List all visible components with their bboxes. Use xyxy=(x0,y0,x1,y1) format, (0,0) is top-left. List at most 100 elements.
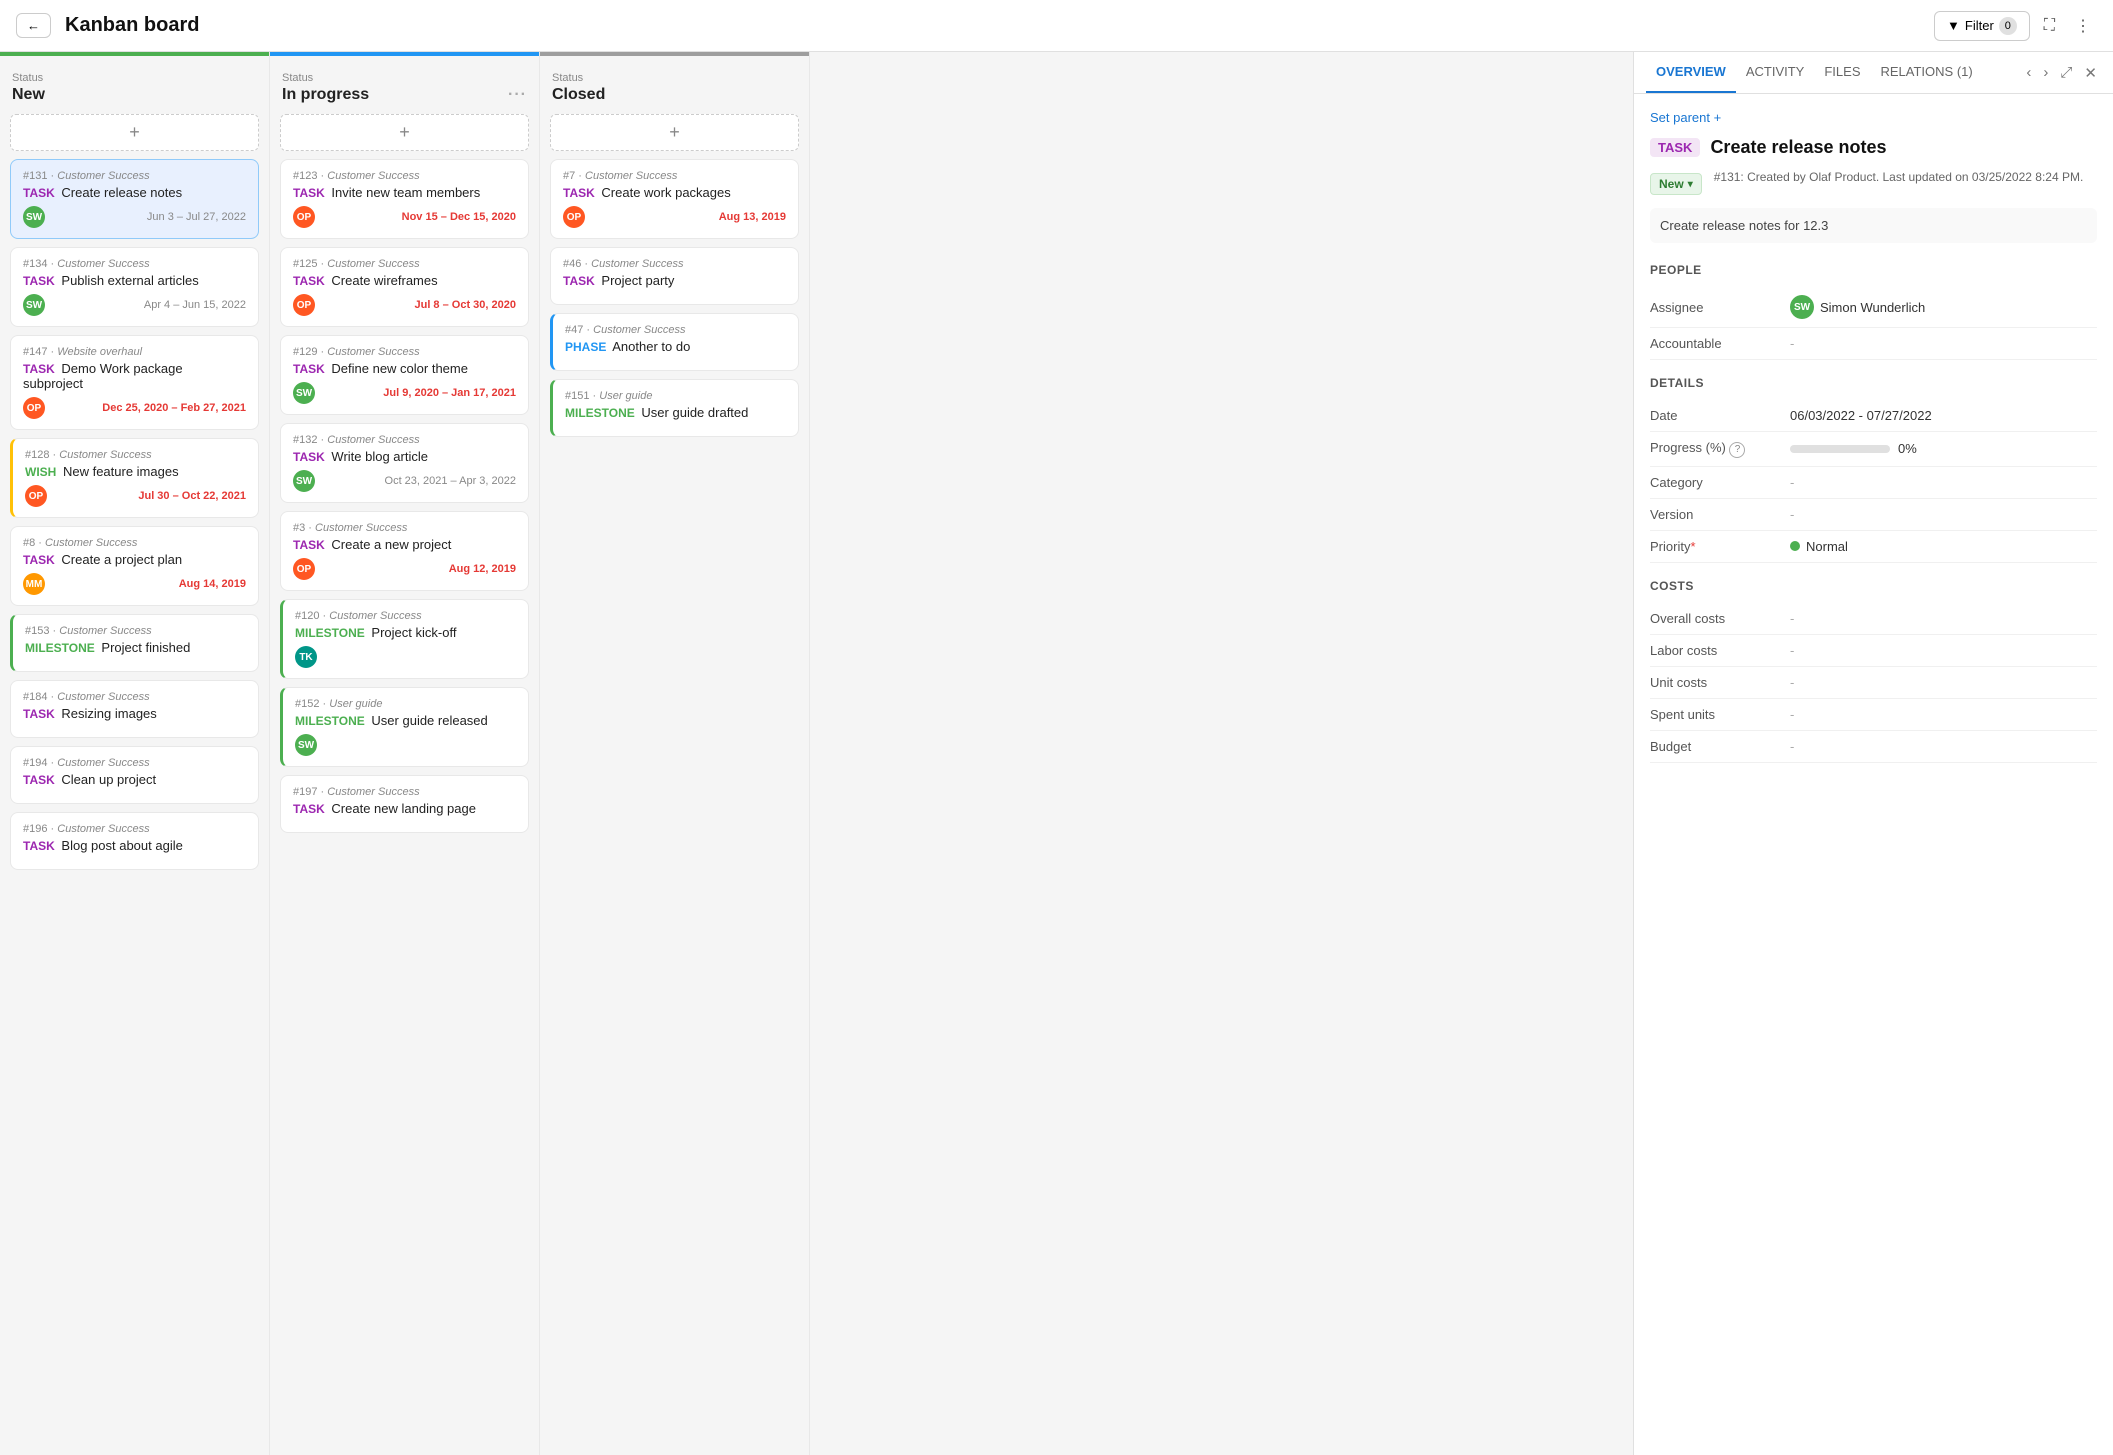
card-title: Create a project plan xyxy=(61,552,182,567)
add-card-button-new[interactable]: + xyxy=(10,114,259,151)
card-125[interactable]: #125 · Customer Success TASK Create wire… xyxy=(280,247,529,327)
card-date: Jul 8 – Oct 30, 2020 xyxy=(414,299,516,311)
card-123[interactable]: #123 · Customer Success TASK Invite new … xyxy=(280,159,529,239)
card-project: Customer Success xyxy=(327,786,419,798)
card-3[interactable]: #3 · Customer Success TASK Create a new … xyxy=(280,511,529,591)
card-id: #197 xyxy=(293,786,317,798)
card-title-line: TASK Create a project plan xyxy=(23,552,246,567)
people-section-title: PEOPLE xyxy=(1650,263,2097,277)
card-id: #129 xyxy=(293,346,317,358)
avatar: OP xyxy=(293,558,315,580)
card-title-line: TASK Write blog article xyxy=(293,449,516,464)
filter-badge: 0 xyxy=(1999,17,2017,35)
spent-units-label: Spent units xyxy=(1650,707,1790,722)
card-184[interactable]: #184 · Customer Success TASK Resizing im… xyxy=(10,680,259,738)
card-132[interactable]: #132 · Customer Success TASK Write blog … xyxy=(280,423,529,503)
unit-costs-label: Unit costs xyxy=(1650,675,1790,690)
costs-section-title: COSTS xyxy=(1650,579,2097,593)
card-id: #147 xyxy=(23,346,47,358)
card-196[interactable]: #196 · Customer Success TASK Blog post a… xyxy=(10,812,259,870)
card-title-line: TASK Create new landing page xyxy=(293,801,516,816)
card-title: Clean up project xyxy=(61,772,156,787)
card-title: Write blog article xyxy=(331,449,428,464)
back-button[interactable]: ← xyxy=(16,13,51,38)
card-title: User guide drafted xyxy=(641,405,748,420)
tab-relations[interactable]: RELATIONS (1) xyxy=(1870,52,1982,93)
card-top: #125 · Customer Success xyxy=(293,258,516,270)
budget-value: - xyxy=(1790,739,1794,754)
card-129[interactable]: #129 · Customer Success TASK Define new … xyxy=(280,335,529,415)
filter-button[interactable]: ▼ Filter 0 xyxy=(1934,11,2030,41)
card-147[interactable]: #147 · Website overhaul TASK Demo Work p… xyxy=(10,335,259,430)
card-47[interactable]: #47 · Customer Success PHASE Another to … xyxy=(550,313,799,371)
status-badge[interactable]: New ▾ xyxy=(1650,173,1702,195)
category-value: - xyxy=(1790,475,1794,490)
priority-dot xyxy=(1790,541,1800,551)
card-id: #128 xyxy=(25,449,49,461)
tab-files[interactable]: FILES xyxy=(1814,52,1870,93)
card-title-line: TASK Resizing images xyxy=(23,706,246,721)
card-top: #147 · Website overhaul xyxy=(23,346,246,358)
budget-row: Budget - xyxy=(1650,731,2097,763)
card-top: #120 · Customer Success xyxy=(295,610,516,622)
card-128[interactable]: #128 · Customer Success WISH New feature… xyxy=(10,438,259,518)
card-id: #134 xyxy=(23,258,47,270)
card-top: #47 · Customer Success xyxy=(565,324,786,336)
card-8[interactable]: #8 · Customer Success TASK Create a proj… xyxy=(10,526,259,606)
card-134[interactable]: #134 · Customer Success TASK Publish ext… xyxy=(10,247,259,327)
date-row: Date 06/03/2022 - 07/27/2022 xyxy=(1650,400,2097,432)
next-icon-button[interactable]: › xyxy=(2039,60,2052,86)
progress-help-icon[interactable]: ? xyxy=(1729,442,1745,458)
labor-costs-label: Labor costs xyxy=(1650,643,1790,658)
card-153[interactable]: #153 · Customer Success MILESTONE Projec… xyxy=(10,614,259,672)
filter-label: Filter xyxy=(1965,18,1994,33)
card-151[interactable]: #151 · User guide MILESTONE User guide d… xyxy=(550,379,799,437)
card-title: New feature images xyxy=(63,464,179,479)
close-icon-button[interactable]: ✕ xyxy=(2080,60,2101,86)
card-title-line: TASK Project party xyxy=(563,273,786,288)
card-type-badge: TASK xyxy=(23,839,55,853)
card-title: User guide released xyxy=(371,713,487,728)
column-title-inprogress: In progress ··· xyxy=(282,86,527,104)
avatar: OP xyxy=(293,294,315,316)
add-card-button-closed[interactable]: + xyxy=(550,114,799,151)
detail-meta: #131: Created by Olaf Product. Last upda… xyxy=(1714,170,2084,184)
date-value: 06/03/2022 - 07/27/2022 xyxy=(1790,408,1932,423)
tab-overview[interactable]: OVERVIEW xyxy=(1646,52,1736,93)
card-194[interactable]: #194 · Customer Success TASK Clean up pr… xyxy=(10,746,259,804)
tab-activity[interactable]: ACTIVITY xyxy=(1736,52,1815,93)
card-top: #46 · Customer Success xyxy=(563,258,786,270)
card-project: Customer Success xyxy=(591,258,683,270)
fullscreen-button[interactable]: ⛶ xyxy=(2038,13,2061,39)
card-title-line: TASK Blog post about agile xyxy=(23,838,246,853)
card-120[interactable]: #120 · Customer Success MILESTONE Projec… xyxy=(280,599,529,679)
add-card-button-inprogress[interactable]: + xyxy=(280,114,529,151)
column-bar-inprogress xyxy=(270,52,539,56)
more-options-button[interactable]: ⋮ xyxy=(2069,12,2097,40)
card-date: Jul 30 – Oct 22, 2021 xyxy=(138,490,246,502)
cards-container-new: #131 · Customer Success TASK Create rele… xyxy=(0,159,269,1455)
column-menu-button[interactable]: ··· xyxy=(508,86,527,104)
card-type-badge: MILESTONE xyxy=(295,714,365,728)
card-type-badge: TASK xyxy=(23,274,55,288)
assignee-row: Assignee SW Simon Wunderlich xyxy=(1650,287,2097,328)
card-title: Create wireframes xyxy=(331,273,437,288)
card-id: #120 xyxy=(295,610,319,622)
card-top: #7 · Customer Success xyxy=(563,170,786,182)
card-46[interactable]: #46 · Customer Success TASK Project part… xyxy=(550,247,799,305)
card-152[interactable]: #152 · User guide MILESTONE User guide r… xyxy=(280,687,529,767)
column-header-closed: Status Closed xyxy=(540,64,809,110)
column-bar-closed xyxy=(540,52,809,56)
set-parent-link[interactable]: Set parent + xyxy=(1650,110,2097,125)
unit-costs-row: Unit costs - xyxy=(1650,667,2097,699)
expand-icon-button[interactable]: ⤢ xyxy=(2056,60,2076,86)
card-footer: SW xyxy=(295,734,516,756)
card-footer: MM Aug 14, 2019 xyxy=(23,573,246,595)
card-131[interactable]: #131 · Customer Success TASK Create rele… xyxy=(10,159,259,239)
card-197[interactable]: #197 · Customer Success TASK Create new … xyxy=(280,775,529,833)
card-date: Nov 15 – Dec 15, 2020 xyxy=(402,211,516,223)
category-row: Category - xyxy=(1650,467,2097,499)
card-7[interactable]: #7 · Customer Success TASK Create work p… xyxy=(550,159,799,239)
avatar: MM xyxy=(23,573,45,595)
prev-icon-button[interactable]: ‹ xyxy=(2022,60,2035,86)
